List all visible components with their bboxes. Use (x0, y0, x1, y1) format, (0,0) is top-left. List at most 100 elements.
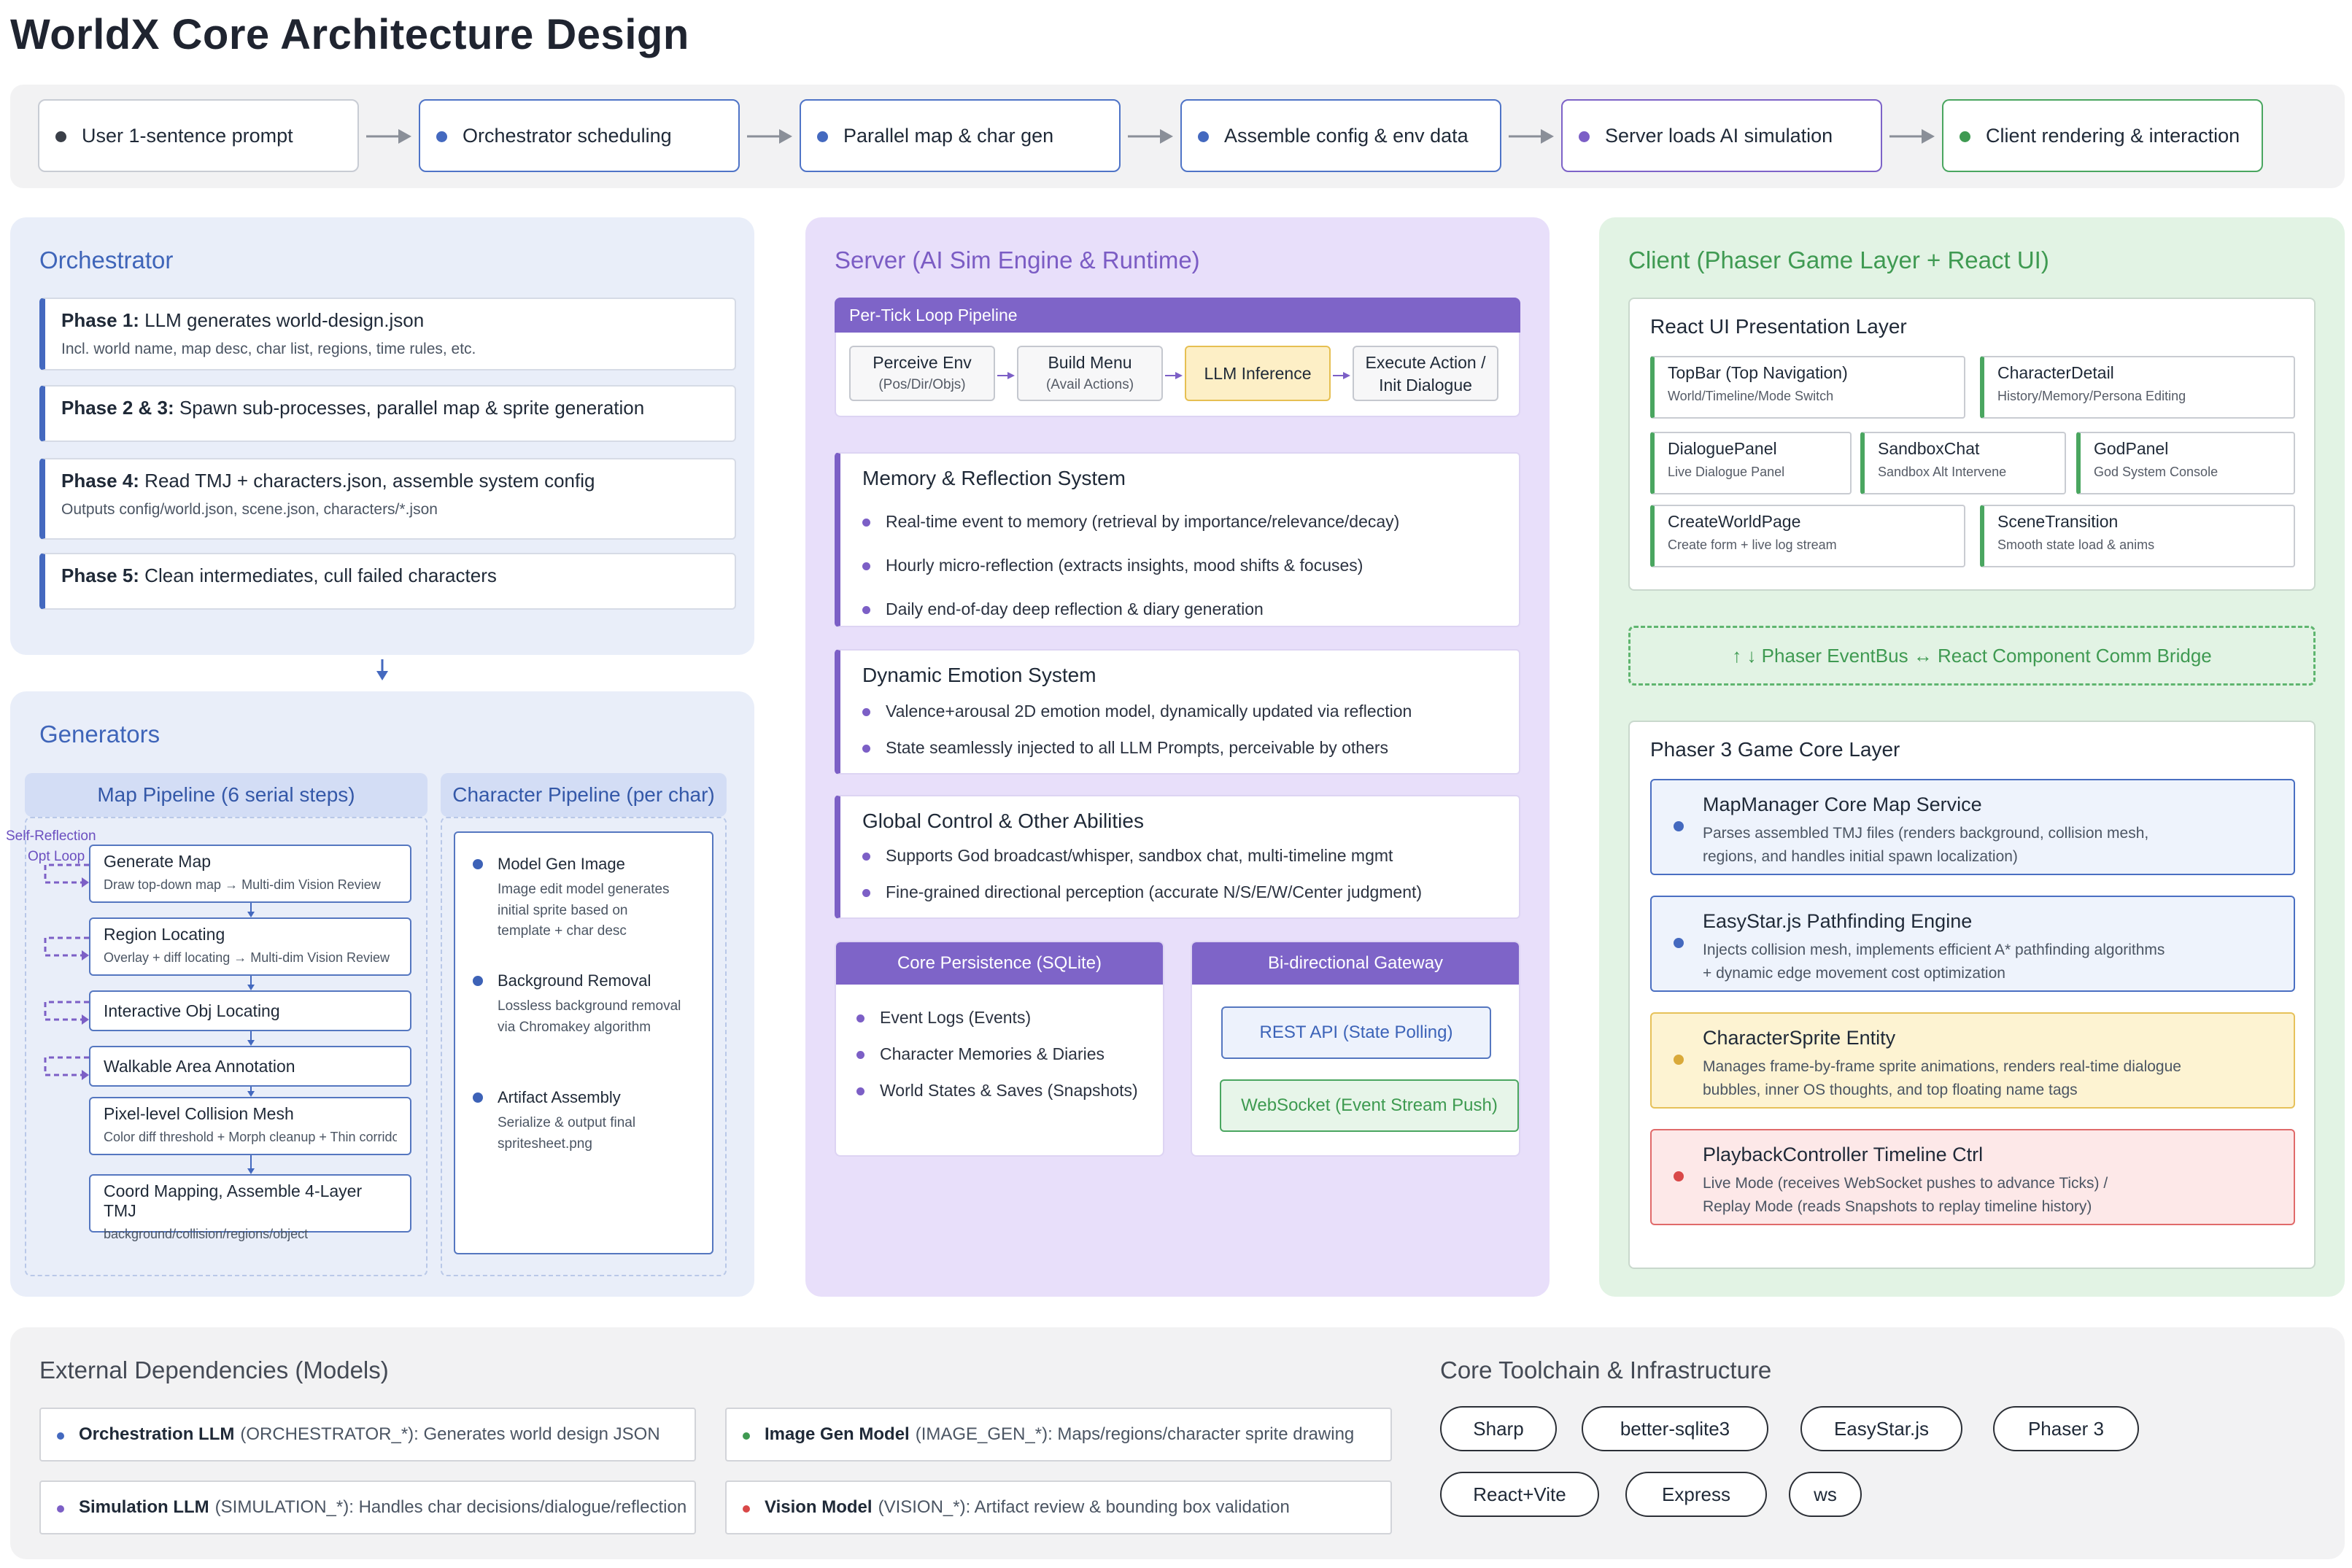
model-description: (IMAGE_GEN_*): Maps/regions/character sp… (915, 1424, 1355, 1444)
bullet-icon (862, 708, 870, 716)
phaser-module-title: EasyStar.js Pathfinding Engine (1703, 910, 1973, 932)
tick-step-subtitle: Init Dialogue (1379, 376, 1472, 395)
component-description: Sandbox Alt Intervene (1878, 465, 2007, 479)
tool-chip: ws (1789, 1472, 1862, 1517)
server-list-text: Supports God broadcast/whisper, sandbox … (886, 846, 1393, 865)
component-description: Smooth state load & anims (1997, 537, 2155, 552)
toolchain-title: Core Toolchain & Infrastructure (1440, 1357, 1772, 1383)
model-name: Orchestration LLM (79, 1424, 235, 1444)
model-description: (ORCHESTRATOR_*): Generates world design… (240, 1424, 660, 1444)
gateway-header: Bi-directional Gateway (1192, 942, 1519, 985)
phaser-module-line: Manages frame-by-frame sprite animations… (1703, 1058, 2181, 1075)
bullet-icon (473, 1092, 483, 1103)
flow-step: Orchestrator scheduling (419, 99, 740, 172)
bullet-icon (862, 853, 870, 861)
phase-text: LLM generates world-design.json (139, 309, 425, 331)
flow-step: Client rendering & interaction (1942, 99, 2263, 172)
orchestrator-phase: Phase 5: Clean intermediates, cull faile… (39, 553, 736, 610)
tick-step-title: Build Menu (1048, 353, 1132, 372)
external-model-item: Orchestration LLM (ORCHESTRATOR_*): Gener… (39, 1408, 696, 1462)
map-step-title: Pixel-level Collision Mesh (104, 1104, 294, 1123)
server-list-item: State seamlessly injected to all LLM Pro… (862, 738, 1388, 758)
phaser-module-description: Manages frame-by-frame sprite animations… (1703, 1055, 2279, 1101)
react-component-card: CreateWorldPage Create form + live log st… (1650, 505, 1965, 567)
phase-text: Clean intermediates, cull failed charact… (139, 564, 497, 586)
map-pipeline-step: Generate Map Draw top-down map → Multi-di… (89, 845, 411, 903)
model-name: Vision Model (765, 1497, 873, 1517)
memory-system-box: Memory & Reflection System Real-time eve… (835, 452, 1520, 627)
bullet-icon (856, 1087, 864, 1095)
flow-step-dot (1960, 131, 1970, 142)
bullet-icon (743, 1432, 750, 1440)
bullet-icon (1674, 821, 1684, 831)
char-item-line: Lossless background removal (498, 998, 681, 1014)
phaser-module-line: Parses assembled TMJ files (renders back… (1703, 825, 2149, 842)
global-control-title: Global Control & Other Abilities (862, 810, 1144, 832)
react-component-card: SceneTransition Smooth state load & anims (1980, 505, 2295, 567)
char-item-line: via Chromakey algorithm (498, 1019, 651, 1035)
react-component-card: TopBar (Top Navigation) World/Timeline/Mo… (1650, 356, 1965, 419)
memory-system-title: Memory & Reflection System (862, 467, 1126, 489)
external-model-item: Image Gen Model (IMAGE_GEN_*): Maps/regio… (725, 1408, 1392, 1462)
tick-step: Perceive Env (Pos/Dir/Objs) (849, 346, 995, 401)
server-list-text: Hourly micro-reflection (extracts insigh… (886, 556, 1363, 575)
map-step-title: Interactive Obj Locating (104, 1001, 280, 1020)
flow-step-dot (436, 131, 447, 142)
tool-chip: React+Vite (1440, 1472, 1599, 1517)
map-step-subtitle: background/collision/regions/object (104, 1227, 309, 1241)
phase-subtitle: Outputs config/world.json, scene.json, c… (61, 501, 438, 518)
phase-text: Spawn sub-processes, parallel map & spri… (174, 397, 645, 419)
server-list-item: Real-time event to memory (retrieval by … (862, 512, 1399, 532)
phase-title: Phase 5: Clean intermediates, cull faile… (61, 564, 719, 587)
websocket-button[interactable]: WebSocket (Event Stream Push) (1220, 1079, 1519, 1132)
phaser-module-title: PlaybackController Timeline Ctrl (1703, 1144, 1984, 1165)
tool-chip: EasyStar.js (1800, 1406, 1962, 1451)
phaser-module-line: bubbles, inner OS thoughts, and top floa… (1703, 1081, 2078, 1098)
persistence-text: World States & Saves (Snapshots) (880, 1081, 1138, 1100)
component-name: GodPanel (2094, 439, 2169, 458)
emotion-system-box: Dynamic Emotion System Valence+arousal 2… (835, 649, 1520, 775)
bullet-icon (856, 1014, 864, 1022)
char-item-title: Background Removal (498, 971, 651, 990)
down-arrow-icon (376, 659, 388, 680)
gateway-box: Bi-directional Gateway REST API (State P… (1191, 941, 1520, 1157)
phase-number: Phase 4: (61, 470, 139, 492)
tick-step: Execute Action / Init Dialogue (1353, 346, 1498, 401)
map-pipeline-step: Region Locating Overlay + diff locating →… (89, 917, 411, 976)
flow-step-label: Orchestrator scheduling (463, 124, 672, 147)
server-title: Server (AI Sim Engine & Runtime) (835, 247, 1200, 273)
tick-step-title: LLM Inference (1204, 363, 1312, 383)
flow-step-label: User 1-sentence prompt (82, 124, 293, 147)
phaser-module-line: regions, and handles initial spawn local… (1703, 847, 2018, 865)
emotion-system-title: Dynamic Emotion System (862, 664, 1096, 686)
map-pipeline-step: Interactive Obj Locating (89, 990, 411, 1031)
phase-title: Phase 1: LLM generates world-design.json (61, 309, 719, 332)
flow-step: Assemble config & env data (1180, 99, 1501, 172)
react-component-card: GodPanel God System Console (2076, 432, 2295, 494)
phase-title: Phase 4: Read TMJ + characters.json, ass… (61, 470, 719, 492)
persistence-box: Core Persistence (SQLite) Event Logs (Ev… (835, 941, 1164, 1157)
component-name: SceneTransition (1997, 512, 2119, 531)
flow-step-dot (1579, 131, 1590, 142)
phase-text: Read TMJ + characters.json, assemble sys… (139, 470, 595, 492)
react-layer-title: React UI Presentation Layer (1650, 315, 1907, 338)
tick-step-title: Perceive Env (873, 353, 972, 372)
persistence-item: Character Memories & Diaries (856, 1044, 1105, 1064)
rest-api-button[interactable]: REST API (State Polling) (1221, 1006, 1491, 1059)
phaser-core-layer: Phaser 3 Game Core Layer MapManager Core… (1628, 721, 2316, 1269)
bullet-icon (862, 562, 870, 570)
external-deps-title: External Dependencies (Models) (39, 1357, 389, 1383)
react-component-card: SandboxChat Sandbox Alt Intervene (1860, 432, 2066, 494)
flow-arrow-icon (366, 129, 411, 144)
char-item-description: Image edit model generates initial sprite… (498, 880, 709, 942)
map-pipeline-step: Pixel-level Collision Mesh Color diff thr… (89, 1097, 411, 1155)
phase-number: Phase 1: (61, 309, 139, 331)
phase-subtitle: Incl. world name, map desc, char list, r… (61, 341, 476, 357)
server-list-text: Real-time event to memory (retrieval by … (886, 512, 1400, 531)
bullet-icon (862, 745, 870, 753)
tool-chip: Phaser 3 (1993, 1406, 2139, 1451)
char-pipeline-column: Model Gen Image Image edit model generate… (454, 831, 713, 1254)
component-description: Create form + live log stream (1668, 537, 1837, 552)
model-description: (VISION_*): Artifact review & bounding b… (878, 1497, 1290, 1517)
phaser-module-card: PlaybackController Timeline Ctrl Live Mod… (1650, 1129, 2295, 1225)
